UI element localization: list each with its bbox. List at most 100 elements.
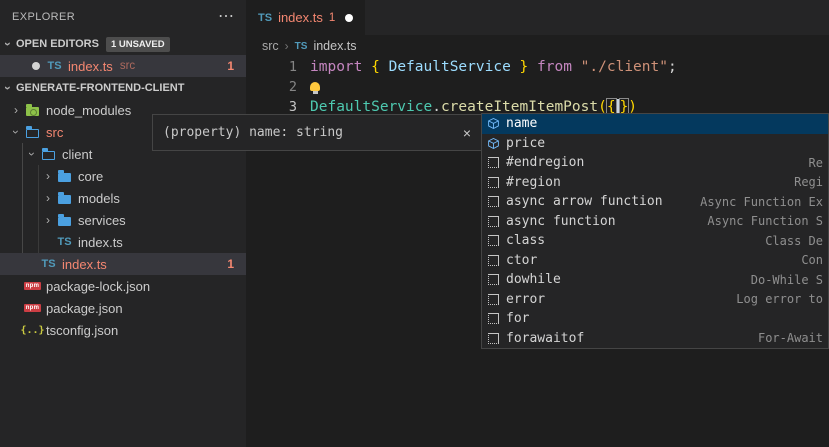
suggestion-item-async-arrow-function[interactable]: async arrow functionAsync Function Ex (482, 192, 828, 212)
npm-icon: npm (24, 304, 41, 312)
chevron-right-icon[interactable]: › (40, 191, 56, 205)
suggestion-item-class[interactable]: classClass De (482, 231, 828, 251)
suggestion-item-async-function[interactable]: async functionAsync Function S (482, 212, 828, 232)
snippet-icon (485, 294, 501, 305)
code-token (380, 59, 389, 75)
unsaved-badge: 1 UNSAVED (106, 37, 170, 52)
code-token (528, 59, 537, 75)
folder-icon (58, 217, 71, 226)
suggestion-label: #endregion (506, 155, 584, 170)
suggestion-item-error[interactable]: errorLog error to (482, 290, 828, 310)
tree-item-label: tsconfig.json (46, 323, 118, 338)
code-token: DefaultService (389, 59, 511, 75)
suggestion-detail: Re (809, 156, 823, 170)
npm-icon: npm (24, 282, 41, 290)
snippet-icon (485, 313, 501, 324)
chevron-right-icon: › (285, 39, 289, 53)
tree-item-label: index.ts (62, 257, 107, 272)
sidebar-title: EXPLORER (12, 11, 75, 23)
open-editor-item-index-ts[interactable]: TS index.ts src 1 (0, 55, 246, 77)
suggestion-label: for (506, 311, 529, 326)
code-line[interactable]: 2 (246, 77, 829, 97)
tree-item-label: client (62, 147, 92, 162)
open-editors-label: OPEN EDITORS (16, 38, 99, 50)
snippet-glyph (488, 157, 499, 168)
suggestion-item--endregion[interactable]: #endregion Re (482, 153, 828, 173)
code-line[interactable]: 1import { DefaultService } from "./clien… (246, 57, 829, 77)
code-token (572, 59, 581, 75)
more-actions-icon[interactable]: ⋯ (218, 12, 234, 22)
suggestion-label: async function (506, 214, 616, 229)
breadcrumb-folder[interactable]: src (262, 39, 279, 53)
tree-item-models[interactable]: ›models (0, 187, 246, 209)
suggestion-label: error (506, 292, 545, 307)
snippet-icon (485, 274, 501, 285)
suggestion-item-price[interactable]: price (482, 134, 828, 154)
code-token (362, 59, 371, 75)
lightbulb-icon[interactable] (310, 82, 320, 91)
suggestion-item-forawaitof[interactable]: forawaitofFor-Await (482, 329, 828, 349)
suggestion-item-dowhile[interactable]: dowhileDo-While S (482, 270, 828, 290)
node-modules-folder-icon (26, 107, 39, 116)
tree-item-index-ts[interactable]: TSindex.ts1 (0, 253, 246, 275)
error-count-badge: 1 (227, 59, 234, 73)
chevron-down-icon[interactable]: › (25, 146, 39, 162)
ts-file-icon: TS (41, 258, 55, 270)
suggestion-item--region[interactable]: #regionRegi (482, 173, 828, 193)
tree-item-tsconfig-json[interactable]: {..} tsconfig.json (0, 319, 246, 341)
chevron-down-icon[interactable]: › (9, 124, 23, 140)
suggestion-item-name[interactable]: name (482, 114, 828, 134)
folder-npm-icon (24, 104, 41, 116)
tree-item-core[interactable]: ›core (0, 165, 246, 187)
suggestion-detail: Con (801, 253, 823, 267)
code-token: import (310, 59, 362, 75)
tab-index-ts[interactable]: TS index.ts 1 (246, 0, 365, 35)
tree-item-package-json[interactable]: npmpackage.json (0, 297, 246, 319)
chevron-down-icon: › (1, 36, 15, 52)
snippet-icon (485, 216, 501, 227)
suggestion-detail: For-Await (758, 331, 823, 345)
open-editor-path: src (120, 60, 135, 72)
code-token (511, 59, 520, 75)
ts-icon: TS (40, 258, 57, 270)
breadcrumb-file[interactable]: index.ts (313, 39, 356, 53)
folder-icon (58, 173, 71, 182)
folder-open-icon (40, 148, 57, 160)
snippet-icon (485, 255, 501, 266)
snippet-glyph (488, 235, 499, 246)
tooltip-text: (property) name: string (163, 125, 343, 140)
folder-open-icon (24, 126, 41, 138)
chevron-down-icon: › (1, 80, 15, 96)
code-token: } (520, 59, 529, 75)
suggestion-item-ctor[interactable]: ctorCon (482, 251, 828, 271)
snippet-glyph (488, 294, 499, 305)
unsaved-dot-icon[interactable] (345, 14, 353, 22)
field-symbol-icon (485, 137, 501, 150)
folder-icon (58, 195, 71, 204)
project-name: GENERATE-FRONTEND-CLIENT (16, 82, 184, 94)
snippet-icon (485, 157, 501, 168)
ts-file-icon: TS (258, 12, 272, 24)
snippet-glyph (488, 313, 499, 324)
tree-item-label: index.ts (78, 235, 123, 250)
tree-item-package-lock-json[interactable]: npmpackage-lock.json (0, 275, 246, 297)
chevron-right-icon[interactable]: › (40, 169, 56, 183)
npm-file-icon: npm (24, 282, 42, 290)
tab-error-count: 1 (329, 12, 335, 24)
open-editors-header[interactable]: › OPEN EDITORS 1 UNSAVED (0, 33, 246, 55)
code-area[interactable]: 1import { DefaultService } from "./clien… (246, 57, 829, 117)
snippet-icon (485, 333, 501, 344)
ts-file-icon: TS (46, 60, 63, 72)
ts-icon: TS (56, 236, 73, 248)
ts-file-icon: TS (295, 41, 308, 52)
tree-item-label: node_modules (46, 103, 131, 118)
tree-item-services[interactable]: ›services (0, 209, 246, 231)
suggestion-item-for[interactable]: for (482, 309, 828, 329)
line-number: 3 (246, 99, 297, 115)
project-section-header[interactable]: › GENERATE-FRONTEND-CLIENT (0, 77, 246, 99)
tree-item-index-ts[interactable]: TS index.ts (0, 231, 246, 253)
chevron-right-icon[interactable]: › (40, 213, 56, 227)
close-icon[interactable]: × (463, 125, 471, 141)
braces-icon: {..} (24, 325, 41, 336)
chevron-right-icon[interactable]: › (8, 103, 24, 117)
